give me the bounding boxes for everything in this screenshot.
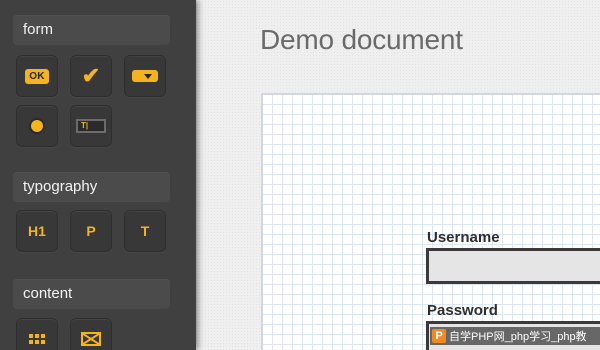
watermark-logo-icon: P (432, 329, 446, 343)
section-header-typography[interactable]: typography (13, 172, 170, 202)
section-header-form[interactable]: form (13, 15, 170, 45)
tool-button-radio[interactable] (16, 105, 58, 147)
tool-button-checkbox[interactable]: ✔ (70, 55, 112, 97)
document-title: Demo document (260, 24, 463, 55)
password-label: Password (427, 302, 498, 319)
ok-button-icon: OK (25, 68, 49, 84)
image-placeholder-icon (81, 332, 101, 346)
grid-icon (29, 334, 45, 344)
tool-button-image[interactable] (70, 318, 112, 350)
heading-icon: H1 (28, 223, 46, 239)
tool-button-grid[interactable] (16, 318, 58, 350)
tool-sidebar: form OK ✔ T| typography H1 P T content (0, 0, 196, 350)
username-label: Username (427, 229, 500, 246)
tool-button-paragraph[interactable]: P (70, 210, 112, 252)
watermark-banner: P 自学PHP网_php学习_php教 (430, 327, 600, 345)
watermark-text: 自学PHP网_php学习_php教 (449, 331, 587, 343)
tool-button-text[interactable]: T (124, 210, 166, 252)
radio-button-icon (31, 120, 43, 132)
paragraph-icon: P (86, 223, 96, 239)
tool-button-textfield[interactable]: T| (70, 105, 112, 147)
checkbox-icon: ✔ (81, 63, 101, 88)
select-dropdown-icon (132, 70, 158, 82)
username-field[interactable] (426, 248, 600, 284)
tool-button-select[interactable] (124, 55, 166, 97)
section-header-content[interactable]: content (13, 279, 170, 309)
tool-button-ok[interactable]: OK (16, 55, 58, 97)
text-icon: T (140, 223, 150, 239)
text-field-icon: T| (76, 119, 106, 133)
tool-button-heading[interactable]: H1 (16, 210, 58, 252)
